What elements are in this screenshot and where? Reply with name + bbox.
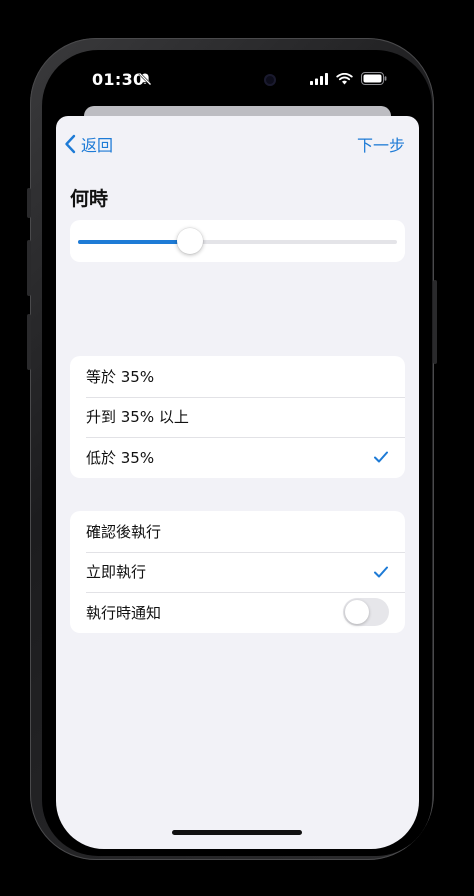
camera-icon: [264, 74, 276, 86]
checkmark-icon: [374, 566, 388, 578]
option-row-equal[interactable]: 等於 35%: [70, 356, 405, 397]
option-row-below[interactable]: 低於 35%: [70, 437, 405, 478]
power-button: [433, 280, 437, 364]
option-label: 升到 35% 以上: [86, 408, 189, 427]
chevron-left-icon: [65, 134, 76, 154]
section-title-when: 何時: [70, 188, 109, 210]
notify-label: 執行時通知: [86, 603, 162, 622]
battery-icon: [361, 72, 387, 85]
volume-down-button: [27, 314, 31, 370]
condition-options-list: 等於 35% 升到 35% 以上 低於 35%: [70, 356, 405, 478]
bell-muted-icon: [138, 72, 152, 86]
stage: 01:30 返回 下一步 何時 等於 35% 升到 35% 以上 低於 35% …: [0, 0, 474, 896]
option-label: 等於 35%: [86, 367, 155, 386]
toggle-knob: [345, 600, 369, 625]
option-label: 立即執行: [86, 563, 147, 582]
threshold-slider-card: [70, 220, 405, 262]
slider-thumb[interactable]: [176, 228, 203, 254]
execution-options-list: 確認後執行 立即執行 執行時通知: [70, 511, 405, 633]
option-label: 低於 35%: [86, 448, 155, 467]
notify-toggle[interactable]: [343, 598, 389, 627]
option-label: 確認後執行: [86, 522, 162, 541]
status-time: 01:30: [92, 70, 145, 89]
option-row-rise-above[interactable]: 升到 35% 以上: [70, 396, 405, 438]
home-indicator[interactable]: [172, 830, 302, 835]
automation-sheet: 返回 下一步 何時 等於 35% 升到 35% 以上 低於 35% 確認後執行 …: [56, 116, 419, 849]
cellular-signal-icon: [310, 72, 328, 85]
checkmark-icon: [374, 451, 388, 463]
status-icons: [310, 72, 387, 85]
notify-on-run-row: 執行時通知: [70, 592, 405, 633]
slider-fill: [78, 240, 190, 244]
back-label: 返回: [81, 136, 114, 155]
wifi-icon: [336, 72, 353, 84]
option-row-run-after-confirm[interactable]: 確認後執行: [70, 511, 405, 552]
action-button: [27, 188, 31, 218]
volume-up-button: [27, 240, 31, 296]
back-button[interactable]: 返回: [64, 132, 113, 156]
option-row-run-immediately[interactable]: 立即執行: [70, 551, 405, 593]
screen: 01:30 返回 下一步 何時 等於 35% 升到 35% 以上 低於 35% …: [56, 56, 419, 849]
dynamic-island: [196, 66, 292, 94]
next-button[interactable]: 下一步: [357, 132, 405, 156]
threshold-slider[interactable]: [78, 228, 397, 254]
